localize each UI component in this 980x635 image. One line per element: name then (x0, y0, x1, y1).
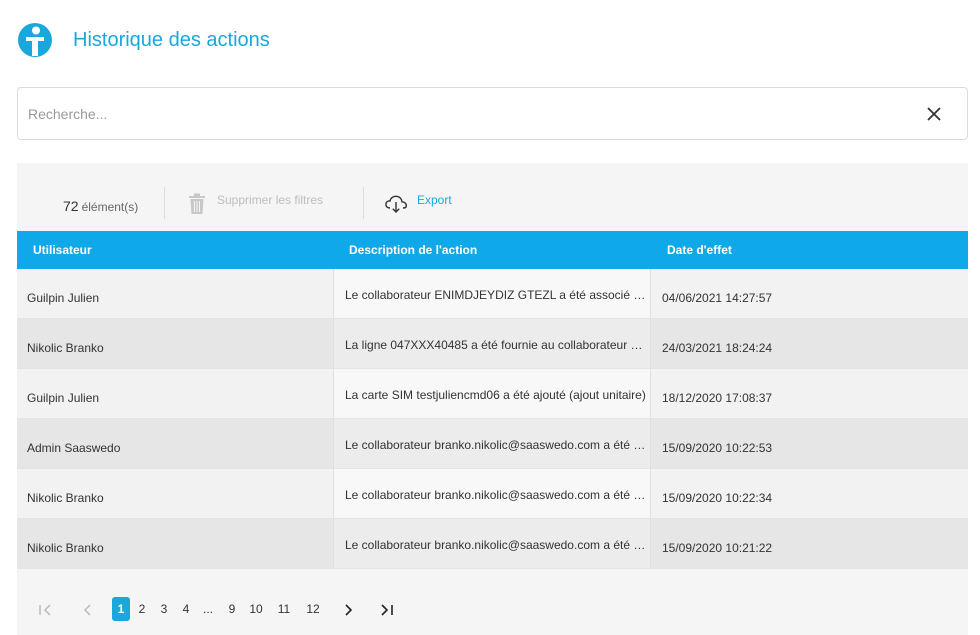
cell-description: Le collaborateur branko.nikolic@saaswedo… (333, 419, 651, 468)
last-page-icon (381, 604, 393, 616)
cell-user: Admin Saaswedo (27, 441, 121, 455)
cell-date: 15/09/2020 10:22:34 (662, 491, 773, 505)
previous-page-button[interactable] (79, 597, 97, 621)
cloud-download-icon (385, 195, 408, 213)
column-header-user[interactable]: Utilisateur (33, 243, 92, 257)
history-panel: 72 élément(s) Supprimer les filtres Expor… (17, 163, 968, 635)
cell-description: La ligne 047XXX40485 a été fournie au co… (333, 319, 651, 368)
page-button[interactable]: 4 (177, 597, 195, 621)
page-header: Historique des actions (17, 20, 270, 60)
cell-user: Nikolic Branko (27, 491, 104, 505)
cell-date: 04/06/2021 14:27:57 (662, 291, 773, 305)
clear-filters-button[interactable]: Supprimer les filtres (187, 193, 323, 215)
cell-description: Le collaborateur branko.nikolic@saaswedo… (333, 519, 651, 568)
first-page-button[interactable] (37, 597, 55, 621)
last-page-button[interactable] (377, 597, 395, 621)
cell-date: 15/09/2020 10:22:53 (662, 441, 773, 455)
next-page-button[interactable] (339, 597, 357, 621)
info-person-icon (18, 23, 52, 57)
cell-user: Nikolic Branko (27, 341, 104, 355)
table-toolbar: 72 élément(s) Supprimer les filtres Expor… (17, 163, 968, 231)
page-button[interactable]: 12 (304, 597, 322, 621)
export-button[interactable]: Export (384, 193, 452, 214)
search-input[interactable] (28, 88, 908, 139)
chevron-right-icon (345, 604, 353, 616)
table-row[interactable]: Guilpin Julien Le collaborateur ENIMDJEY… (17, 269, 968, 319)
cell-description: Le collaborateur ENIMDJEYDIZ GTEZL a été… (333, 269, 651, 318)
table-body: Guilpin Julien Le collaborateur ENIMDJEY… (17, 269, 968, 569)
item-count-unit: élément(s) (81, 200, 139, 214)
page-button[interactable]: 3 (155, 597, 173, 621)
export-label: Export (417, 193, 452, 207)
page-title: Historique des actions (73, 28, 270, 51)
column-header-description[interactable]: Description de l'action (349, 243, 477, 257)
item-count: 72 élément(s) (63, 198, 138, 214)
clear-filters-label: Supprimer les filtres (217, 193, 324, 207)
page-button[interactable]: 9 (223, 597, 241, 621)
close-icon[interactable] (925, 105, 943, 123)
page-button[interactable]: 1 (112, 597, 130, 621)
column-header-date[interactable]: Date d'effet (667, 243, 732, 257)
page-ellipsis: ... (202, 602, 213, 616)
item-count-value: 72 (63, 198, 79, 214)
chevron-left-icon (83, 604, 91, 616)
cell-date: 15/09/2020 10:21:22 (662, 541, 773, 555)
cell-description: La carte SIM testjuliencmd06 a été ajout… (333, 369, 651, 418)
table-row[interactable]: Nikolic Branko Le collaborateur branko.n… (17, 519, 968, 569)
table-row[interactable]: Admin Saaswedo Le collaborateur branko.n… (17, 419, 968, 469)
page-button[interactable]: 11 (275, 597, 293, 621)
cell-date: 24/03/2021 18:24:24 (662, 341, 773, 355)
table-row[interactable]: Nikolic Branko La ligne 047XXX40485 a ét… (17, 319, 968, 369)
cell-user: Guilpin Julien (27, 391, 100, 405)
cell-user: Nikolic Branko (27, 541, 104, 555)
table-header: Utilisateur Description de l'action Date… (17, 231, 968, 269)
toolbar-divider (164, 187, 165, 219)
page-button[interactable]: 2 (133, 597, 151, 621)
toolbar-divider (363, 187, 364, 219)
cell-user: Guilpin Julien (27, 291, 100, 305)
cell-description: Le collaborateur branko.nikolic@saaswedo… (333, 469, 651, 518)
first-page-icon (39, 604, 51, 616)
table-row[interactable]: Guilpin Julien La carte SIM testjuliencm… (17, 369, 968, 419)
page-button[interactable]: 10 (247, 597, 265, 621)
pagination: 1 2 3 4 ... 9 10 11 12 (17, 595, 968, 625)
cell-date: 18/12/2020 17:08:37 (662, 391, 773, 405)
trash-icon (189, 193, 205, 214)
table-row[interactable]: Nikolic Branko Le collaborateur branko.n… (17, 469, 968, 519)
search-box (17, 87, 968, 140)
